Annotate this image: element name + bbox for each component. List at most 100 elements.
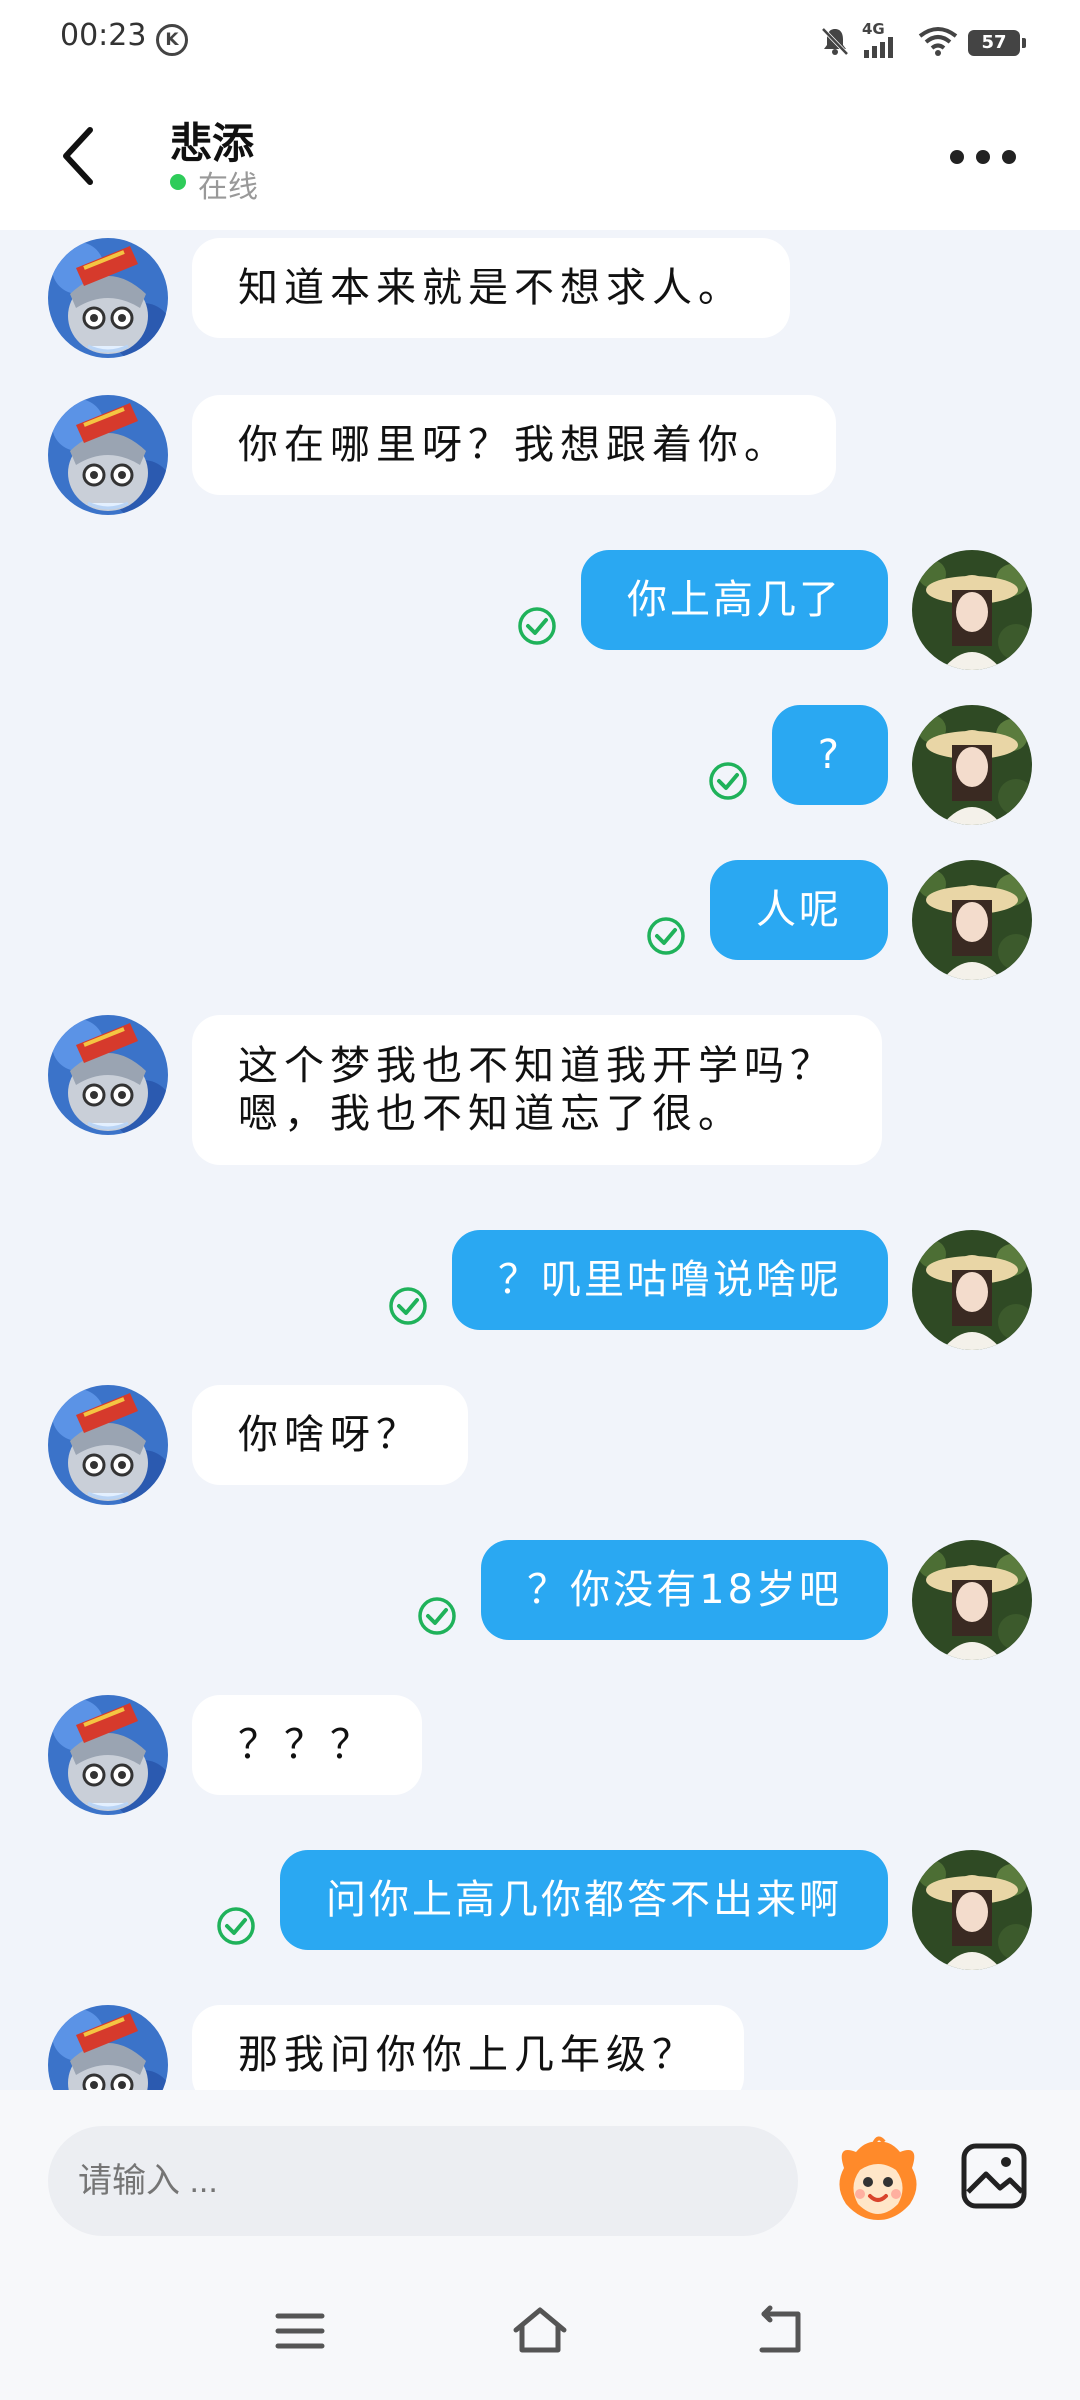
- message-text: 知道本来就是不想求人。: [238, 265, 744, 311]
- message-bubble[interactable]: 人呢: [710, 860, 888, 960]
- contact-avatar[interactable]: [48, 2005, 168, 2090]
- outgoing-message: 人呢: [0, 860, 1080, 980]
- my-avatar[interactable]: [912, 550, 1032, 670]
- mute-bell-icon: [821, 27, 849, 56]
- message-text: 你在哪里呀？我想跟着你。: [238, 422, 790, 468]
- my-avatar-art: [912, 1230, 1032, 1350]
- message-input[interactable]: [48, 2126, 798, 2236]
- my-avatar-art: [912, 1850, 1032, 1970]
- contact-avatar[interactable]: [48, 1015, 168, 1135]
- read-receipt: [388, 1286, 428, 1326]
- status-bar: 00:23 K 4G 57: [0, 0, 1080, 80]
- signal-icon: [864, 37, 893, 58]
- home-icon: [513, 2307, 567, 2353]
- contact-avatar[interactable]: [48, 1385, 168, 1505]
- contact-avatar-art: [48, 395, 168, 515]
- my-avatar[interactable]: [912, 860, 1032, 980]
- k-badge-icon: K: [156, 24, 188, 56]
- read-receipt: [517, 606, 557, 646]
- online-status-dot: [170, 174, 186, 190]
- battery-icon: 57: [968, 30, 1026, 56]
- message-bubble[interactable]: ？你没有18岁吧: [481, 1540, 888, 1640]
- online-status-text: 在线: [198, 170, 258, 205]
- message-bubble[interactable]: 问你上高几你都答不出来啊: [280, 1850, 888, 1950]
- my-avatar-art: [912, 1540, 1032, 1660]
- message-text: 你上高几了: [627, 577, 842, 623]
- system-nav-bar: [0, 2260, 1080, 2400]
- message-text: 你啥呀？: [238, 1412, 422, 1458]
- back-button[interactable]: [50, 116, 110, 196]
- message-list[interactable]: 知道本来就是不想求人。 你在哪里呀？我想跟着你。 你上高几了 ? 人呢 这个梦我…: [0, 230, 1080, 2090]
- read-receipt: [646, 916, 686, 956]
- message-bubble[interactable]: ？？？: [192, 1695, 422, 1795]
- message-bubble[interactable]: 那我问你你上几年级？: [192, 2005, 744, 2090]
- chevron-left-icon: [63, 127, 93, 185]
- incoming-message: 你啥呀？: [0, 1385, 1080, 1505]
- sticker-button[interactable]: [830, 2130, 926, 2226]
- message-text: ？叽里咕噜说啥呢: [498, 1257, 842, 1303]
- nav-home-button[interactable]: [510, 2304, 570, 2358]
- cartoon-sticker-icon: [839, 2136, 917, 2220]
- status-time: 00:23: [60, 18, 147, 53]
- read-receipt: [708, 761, 748, 801]
- message-text: ?: [817, 732, 842, 778]
- read-check-icon: [647, 917, 685, 955]
- message-text-line: 这个梦我也不知道我开学吗？: [238, 1043, 836, 1089]
- contact-avatar-art: [48, 1695, 168, 1815]
- outgoing-message: ？叽里咕噜说啥呢: [0, 1230, 1080, 1350]
- contact-avatar[interactable]: [48, 1695, 168, 1815]
- nav-menu-button[interactable]: [270, 2304, 330, 2358]
- my-avatar-art: [912, 860, 1032, 980]
- message-text: 问你上高几你都答不出来啊: [326, 1877, 842, 1923]
- read-receipt: [417, 1596, 457, 1636]
- outgoing-message: 你上高几了: [0, 550, 1080, 670]
- message-text: ？你没有18岁吧: [527, 1567, 842, 1613]
- nav-back-button[interactable]: [750, 2304, 810, 2358]
- my-avatar[interactable]: [912, 1230, 1032, 1350]
- back-arrow-icon: [759, 2305, 801, 2353]
- contact-avatar-art: [48, 2005, 168, 2090]
- read-receipt: [216, 1906, 256, 1946]
- my-avatar[interactable]: [912, 1540, 1032, 1660]
- incoming-message: 那我问你你上几年级？: [0, 2005, 1080, 2090]
- outgoing-message: 问你上高几你都答不出来啊: [0, 1850, 1080, 1970]
- contact-avatar[interactable]: [48, 238, 168, 358]
- contact-avatar-art: [48, 238, 168, 358]
- read-check-icon: [217, 1907, 255, 1945]
- read-check-icon: [418, 1597, 456, 1635]
- incoming-message: 这个梦我也不知道我开学吗？ 嗯，我也不知道忘了很。: [0, 1015, 1080, 1165]
- my-avatar-art: [912, 705, 1032, 825]
- more-dots-icon: [976, 150, 990, 164]
- incoming-message: 你在哪里呀？我想跟着你。: [0, 395, 1080, 515]
- read-check-icon: [518, 607, 556, 645]
- message-text: ？？？: [238, 1722, 376, 1768]
- contact-avatar-art: [48, 1015, 168, 1135]
- chat-header: 悲添 在线: [0, 80, 1080, 230]
- message-bubble[interactable]: 这个梦我也不知道我开学吗？ 嗯，我也不知道忘了很。: [192, 1015, 882, 1165]
- wifi-icon: [918, 27, 958, 56]
- more-dots-icon: [1002, 150, 1016, 164]
- my-avatar[interactable]: [912, 1850, 1032, 1970]
- message-bubble[interactable]: ?: [771, 705, 888, 805]
- my-avatar[interactable]: [912, 705, 1032, 825]
- message-bubble[interactable]: ？叽里咕噜说啥呢: [452, 1230, 888, 1330]
- incoming-message: ？？？: [0, 1695, 1080, 1815]
- composer: [0, 2090, 1080, 2260]
- image-picker-button[interactable]: [958, 2140, 1030, 2212]
- menu-icon: [275, 2313, 325, 2349]
- message-text: 那我问你你上几年级？: [238, 2032, 698, 2078]
- message-bubble[interactable]: 你在哪里呀？我想跟着你。: [192, 395, 836, 495]
- image-icon: [961, 2143, 1027, 2209]
- my-avatar-art: [912, 550, 1032, 670]
- message-text: 人呢: [756, 887, 842, 933]
- more-dots-icon: [950, 150, 964, 164]
- message-bubble[interactable]: 知道本来就是不想求人。: [192, 238, 790, 338]
- read-check-icon: [389, 1287, 427, 1325]
- message-bubble[interactable]: 你上高几了: [581, 550, 888, 650]
- outgoing-message: ？你没有18岁吧: [0, 1540, 1080, 1660]
- more-options-button[interactable]: [950, 130, 1030, 180]
- contact-avatar[interactable]: [48, 395, 168, 515]
- message-bubble[interactable]: 你啥呀？: [192, 1385, 468, 1485]
- outgoing-message: ?: [0, 705, 1080, 825]
- message-text-line: 嗯，我也不知道忘了很。: [238, 1091, 744, 1137]
